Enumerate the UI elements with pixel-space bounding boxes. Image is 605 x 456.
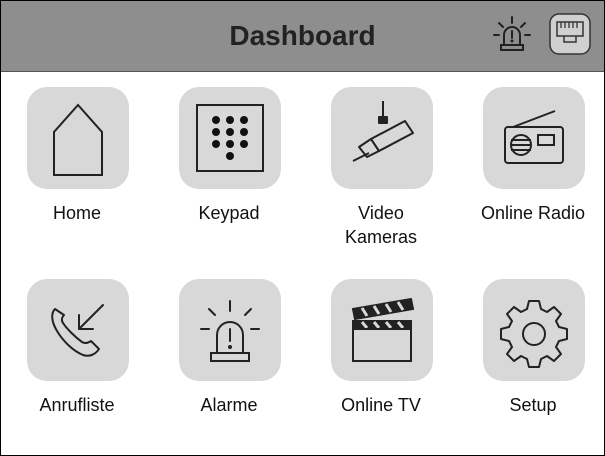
security-camera-icon	[352, 101, 414, 162]
gear-icon	[500, 300, 568, 368]
tile-online-tv[interactable]: Online TV	[311, 279, 451, 449]
tile-alarme-icon-box	[179, 279, 281, 381]
tile-home-icon-box	[27, 87, 129, 189]
tile-anrufliste-label: Anrufliste	[39, 395, 115, 415]
keypad-icon	[196, 104, 264, 172]
tile-online-tv-icon-box	[331, 279, 433, 381]
clapperboard-icon	[351, 297, 415, 362]
tile-online-radio-label: Online Radio	[480, 203, 586, 223]
tile-keypad[interactable]: Keypad	[159, 87, 299, 257]
network-status-button[interactable]	[547, 11, 593, 57]
ethernet-port-icon	[549, 13, 591, 55]
tile-keypad-icon-box	[179, 87, 281, 189]
tile-home-label: Home	[52, 203, 101, 223]
alarm-status-button[interactable]	[492, 15, 532, 55]
tile-home[interactable]: Home	[7, 87, 147, 257]
header-bar: Dashboard	[1, 1, 604, 72]
tile-alarme[interactable]: Alarme	[159, 279, 299, 449]
tile-video-kameras-icon-box	[331, 87, 433, 189]
tile-setup-label: Setup	[509, 395, 557, 415]
dashboard-screen: Dashboard Home Keypad Video Kameras Onli…	[0, 0, 605, 456]
tile-setup-icon-box	[483, 279, 585, 381]
tile-online-radio[interactable]: Online Radio	[463, 87, 603, 257]
alarm-siren-icon	[200, 300, 260, 362]
tile-setup[interactable]: Setup	[463, 279, 603, 449]
radio-icon	[504, 110, 564, 164]
tile-keypad-label: Keypad	[198, 203, 260, 223]
house-icon	[53, 103, 103, 176]
tile-alarme-label: Alarme	[200, 395, 258, 415]
tile-anrufliste[interactable]: Anrufliste	[7, 279, 147, 449]
tile-online-radio-icon-box	[483, 87, 585, 189]
tile-video-kameras-label: Video Kameras	[344, 203, 418, 247]
tile-video-kameras[interactable]: Video Kameras	[311, 87, 451, 257]
tile-online-tv-label: Online TV	[341, 395, 421, 415]
tile-anrufliste-icon-box	[27, 279, 129, 381]
alarm-siren-icon	[493, 16, 531, 51]
phone-incoming-icon	[51, 304, 104, 357]
